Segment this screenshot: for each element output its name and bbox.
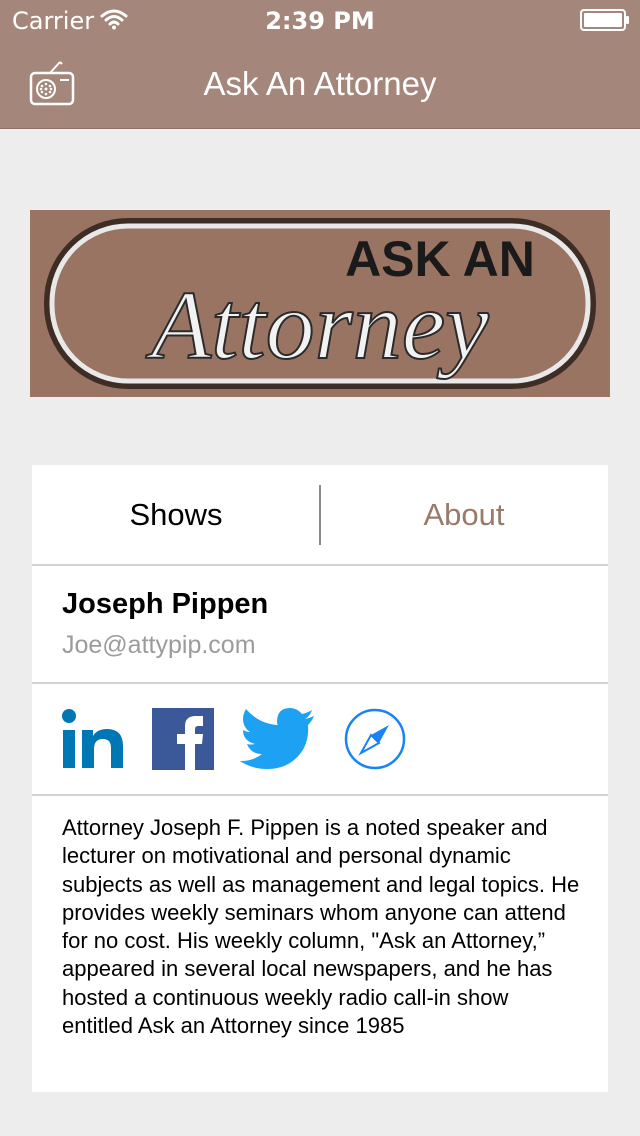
- bio-text: Attorney Joseph F. Pippen is a noted spe…: [62, 815, 580, 1039]
- twitter-icon[interactable]: [240, 708, 316, 770]
- content-card: Shows About Joseph Pippen Joe@attypip.co…: [32, 465, 608, 1092]
- social-links: [32, 684, 608, 796]
- tab-shows[interactable]: Shows: [32, 465, 320, 564]
- contact-section: Joseph Pippen Joe@attypip.com: [32, 566, 608, 684]
- navigation-bar: Ask An Attorney: [0, 40, 640, 129]
- safari-compass-icon[interactable]: [344, 708, 406, 770]
- linkedin-icon[interactable]: [62, 708, 124, 770]
- battery-icon: [580, 9, 629, 31]
- status-time: 2:39 PM: [265, 7, 375, 35]
- page-title: Ask An Attorney: [203, 65, 437, 102]
- logo-line2: Attorney: [145, 272, 489, 380]
- facebook-icon[interactable]: [152, 708, 214, 770]
- ask-an-attorney-logo: ASK AN Attorney: [30, 210, 610, 397]
- contact-name: Joseph Pippen: [62, 588, 269, 620]
- tab-about[interactable]: About: [320, 465, 608, 564]
- status-bar: Carrier 2:39 PM: [0, 0, 640, 40]
- segmented-control: Shows About: [32, 465, 608, 566]
- contact-email[interactable]: Joe@attypip.com: [62, 629, 256, 661]
